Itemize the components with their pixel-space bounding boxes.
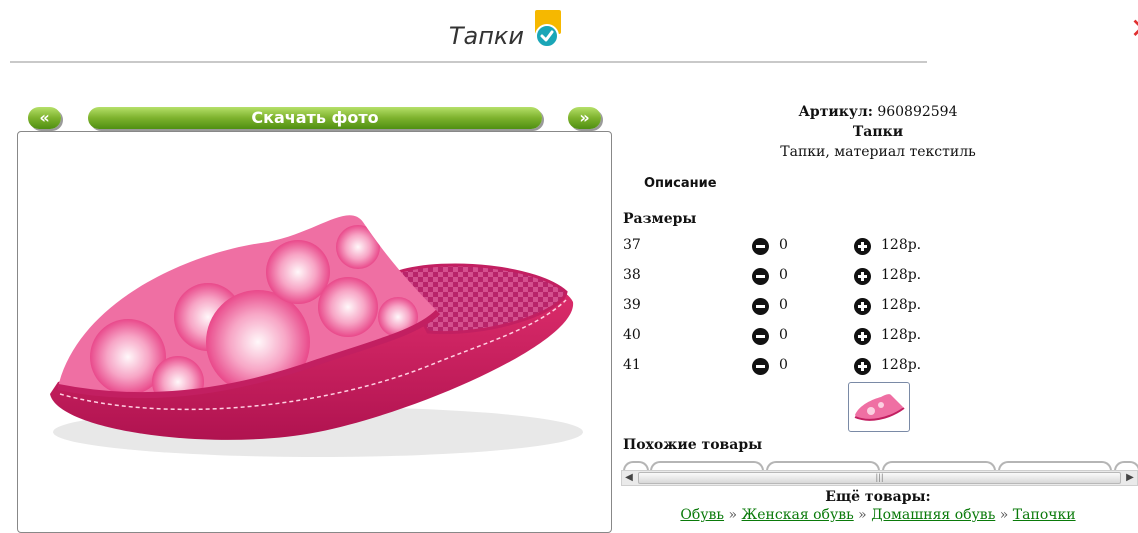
similar-products-heading: Похожие товары (623, 437, 763, 453)
size-price: 128р. (881, 297, 922, 313)
size-row: 41 0 128р. (623, 357, 1043, 377)
plus-icon[interactable] (854, 238, 871, 255)
next-photo-button[interactable]: » (568, 107, 601, 129)
plus-icon[interactable] (854, 328, 871, 345)
photo-thumbnail[interactable] (848, 382, 910, 432)
minus-icon[interactable] (752, 268, 769, 285)
horizontal-scrollbar[interactable]: ◀ ||| ▶ (621, 470, 1138, 486)
breadcrumb-separator: » (728, 507, 738, 523)
product-photo (17, 131, 612, 533)
size-label: 38 (623, 267, 641, 283)
article-line: Артикул: 960892594 (622, 102, 1134, 122)
size-price: 128р. (881, 237, 922, 253)
minus-icon[interactable] (752, 328, 769, 345)
plus-icon[interactable] (854, 358, 871, 375)
size-label: 40 (623, 327, 641, 343)
title-bar: Тапки (0, 10, 1010, 50)
similar-products-carousel: ◀ ||| ▶ (621, 460, 1138, 486)
size-qty: 0 (779, 357, 788, 373)
minus-icon[interactable] (752, 298, 769, 315)
article-label: Артикул: (798, 104, 873, 120)
scroll-right-icon[interactable]: ▶ (1123, 471, 1137, 485)
scroll-left-icon[interactable]: ◀ (622, 471, 636, 485)
breadcrumb-separator: » (999, 507, 1009, 523)
plus-icon[interactable] (854, 268, 871, 285)
description-toggle[interactable]: Описание (644, 176, 717, 191)
size-price: 128р. (881, 327, 922, 343)
breadcrumb-link[interactable]: Тапочки (1013, 507, 1076, 523)
size-qty: 0 (779, 297, 788, 313)
minus-icon[interactable] (752, 358, 769, 375)
size-row: 37 0 128р. (623, 237, 1043, 257)
size-label: 41 (623, 357, 641, 373)
breadcrumb: Обувь » Женская обувь » Домашняя обувь »… (622, 507, 1134, 523)
size-row: 39 0 128р. (623, 297, 1043, 317)
plus-icon[interactable] (854, 298, 871, 315)
size-price: 128р. (881, 267, 922, 283)
download-photo-button[interactable]: Скачать фото (88, 107, 542, 129)
product-short-desc: Тапки, материал текстиль (780, 144, 976, 160)
size-row: 38 0 128р. (623, 267, 1043, 287)
more-products-heading: Ещё товары: (825, 489, 931, 505)
title-divider (10, 61, 927, 63)
product-info: Артикул: 960892594 Тапки Тапки, материал… (622, 102, 1138, 162)
size-row: 40 0 128р. (623, 327, 1043, 347)
article-value: 960892594 (877, 104, 958, 120)
breadcrumb-link[interactable]: Домашняя обувь (871, 507, 995, 523)
verified-badge-icon (533, 10, 562, 50)
product-name: Тапки (852, 124, 904, 140)
slipper-image (50, 215, 583, 457)
size-qty: 0 (779, 327, 788, 343)
breadcrumb-separator: » (858, 507, 867, 523)
scroll-thumb[interactable]: ||| (638, 472, 1121, 484)
size-label: 37 (623, 237, 641, 253)
size-qty: 0 (779, 237, 788, 253)
size-label: 39 (623, 297, 641, 313)
page-title: Тапки (448, 22, 525, 50)
size-qty: 0 (779, 267, 788, 283)
breadcrumb-link[interactable]: Обувь (680, 507, 724, 523)
prev-photo-button[interactable]: « (28, 107, 61, 129)
breadcrumb-link[interactable]: Женская обувь (742, 507, 854, 523)
sizes-heading: Размеры (623, 211, 697, 227)
close-icon[interactable]: ✕ (1130, 14, 1138, 44)
size-price: 128р. (881, 357, 922, 373)
minus-icon[interactable] (752, 238, 769, 255)
